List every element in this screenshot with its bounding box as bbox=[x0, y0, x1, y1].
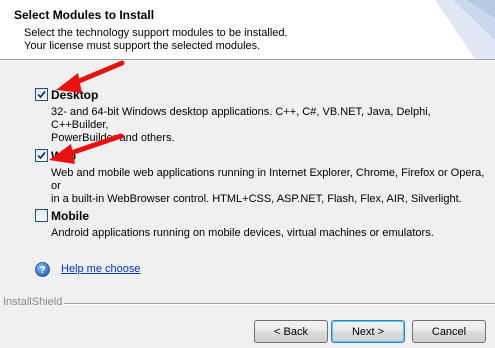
mobile-checkbox[interactable] bbox=[35, 209, 48, 222]
help-me-choose-link[interactable]: Help me choose bbox=[61, 263, 141, 275]
mobile-desc-line-1: Android applications running on mobile d… bbox=[51, 227, 434, 239]
next-button[interactable]: Next > bbox=[331, 320, 405, 343]
checkmark-icon bbox=[37, 90, 46, 99]
red-arrow-web bbox=[49, 133, 124, 164]
mobile-description: Android applications running on mobile d… bbox=[51, 227, 491, 240]
desktop-checkbox[interactable] bbox=[35, 88, 48, 101]
page-title: Select Modules to Install bbox=[14, 8, 155, 22]
back-button[interactable]: < Back bbox=[254, 320, 328, 343]
cancel-button[interactable]: Cancel bbox=[412, 320, 486, 343]
installshield-brand: InstallShield bbox=[3, 296, 63, 308]
footer-divider bbox=[64, 303, 495, 305]
subtitle-line-1: Select the technology support modules to… bbox=[24, 27, 288, 39]
header-panel: Select Modules to Install Select the tec… bbox=[0, 0, 495, 60]
svg-text:?: ? bbox=[39, 265, 45, 276]
header-decoration bbox=[405, 0, 495, 59]
web-desc-line-2: in a built-in WebBrowser control. HTML+C… bbox=[51, 193, 462, 205]
desktop-desc-line-1: 32- and 64-bit Windows desktop applicati… bbox=[51, 106, 431, 131]
page-subtitle: Select the technology support modules to… bbox=[24, 27, 288, 53]
web-desc-line-1: Web and mobile web applications running … bbox=[51, 167, 485, 192]
mobile-label[interactable]: Mobile bbox=[51, 209, 89, 223]
question-icon[interactable]: ? bbox=[35, 262, 50, 277]
red-arrow-desktop bbox=[56, 60, 125, 93]
web-description: Web and mobile web applications running … bbox=[51, 167, 491, 206]
subtitle-line-2: Your license must support the selected m… bbox=[24, 40, 261, 52]
